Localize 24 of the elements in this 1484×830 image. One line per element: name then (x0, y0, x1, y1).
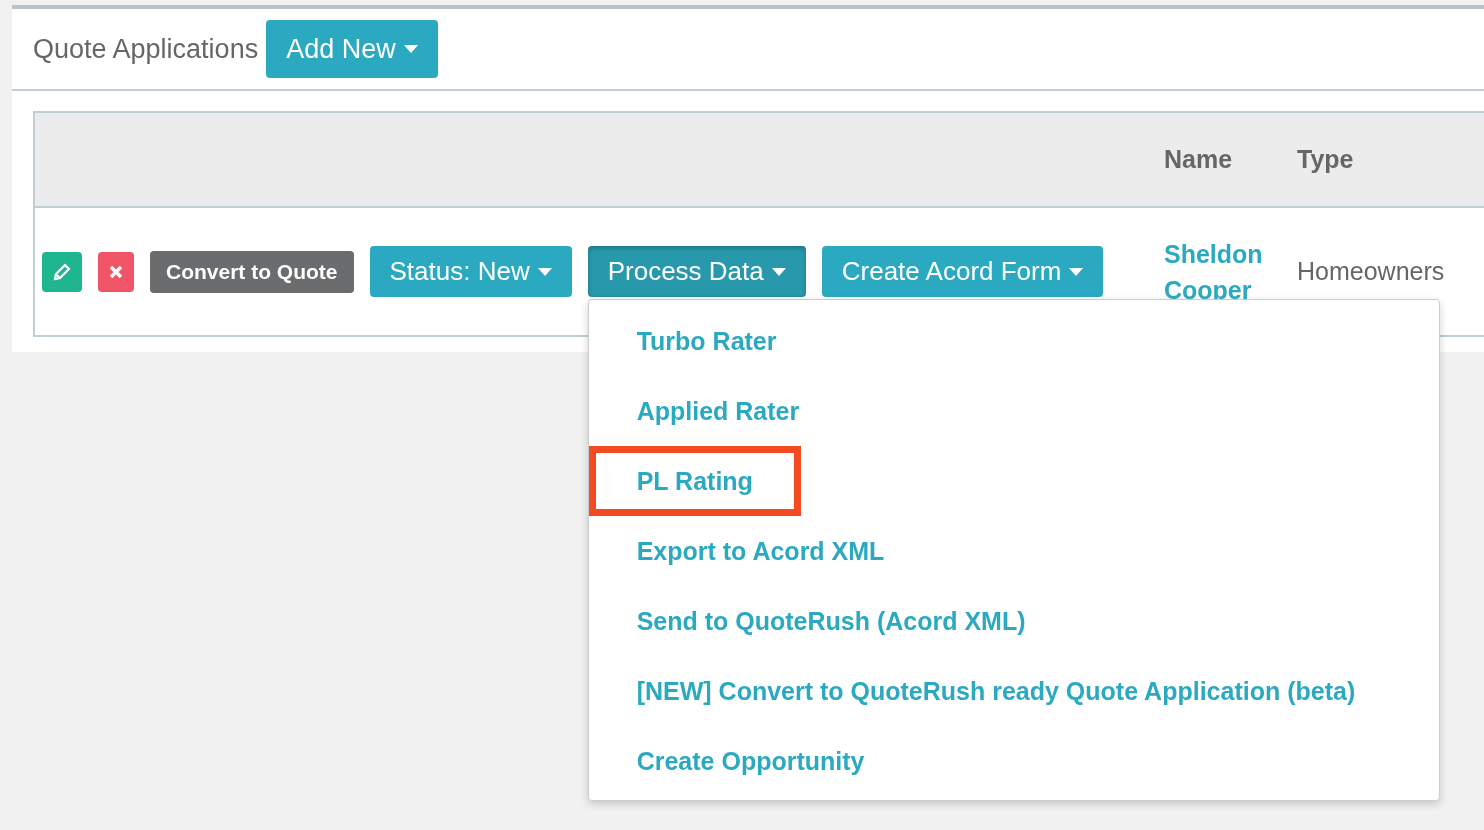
add-new-button[interactable]: Add New (266, 20, 438, 78)
column-header: Type (1297, 145, 1354, 174)
caret-icon (1069, 267, 1084, 276)
menu-item[interactable]: PL Rating (588, 446, 801, 516)
caret-icon (771, 267, 786, 276)
caret-icon (537, 267, 552, 276)
panel-title: Quote Applications (33, 33, 259, 65)
pencil-icon (52, 261, 72, 282)
dropdown-button[interactable]: Process Data (587, 246, 806, 297)
menu-item[interactable]: [NEW] Convert to QuoteRush ready Quote Application (beta) (588, 656, 1404, 726)
menu-item[interactable]: Create Opportunity (588, 726, 913, 796)
convert-button[interactable]: Convert to Quote (150, 250, 354, 293)
menu-item[interactable]: Export to Acord XML (588, 516, 933, 586)
dropdown-button[interactable]: Status: New (369, 246, 572, 297)
edit-button[interactable] (42, 251, 82, 292)
column-header: Name (1164, 145, 1234, 174)
table-cell: Homeowners (1297, 257, 1445, 286)
menu-item[interactable]: Send to QuoteRush (Acord XML) (588, 586, 1074, 656)
caret-icon (403, 45, 418, 53)
close-icon (108, 263, 124, 280)
delete-button[interactable] (98, 251, 134, 292)
menu-item[interactable]: Applied Rater (588, 376, 848, 446)
dropdown-button[interactable]: Create Acord Form (821, 246, 1104, 297)
menu-item[interactable]: Turbo Rater (588, 306, 825, 376)
